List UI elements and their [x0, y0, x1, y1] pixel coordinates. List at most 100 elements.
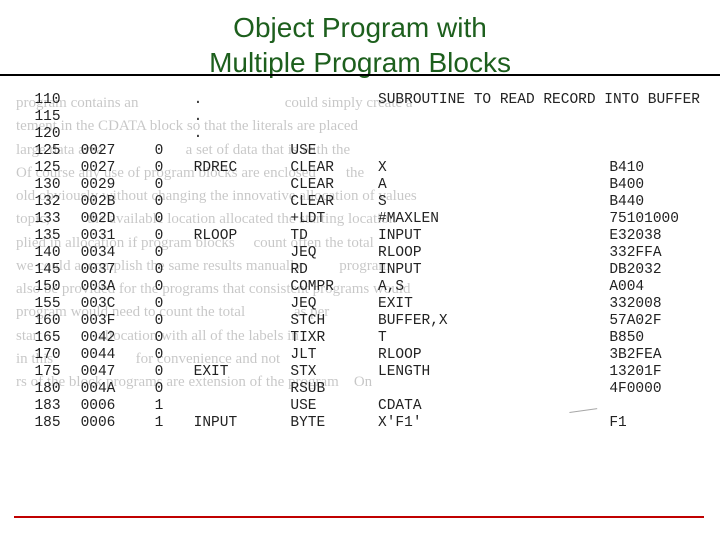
cell-arg [368, 381, 599, 398]
cell-loc: 002D [71, 211, 145, 228]
cell-lbl [184, 194, 281, 211]
table-row: 180004A0RSUB4F0000 [10, 381, 710, 398]
cell-op: COMPR [280, 279, 368, 296]
cell-blk: 0 [145, 143, 184, 160]
assembly-listing-table: 110.SUBROUTINE TO READ RECORD INTO BUFFE… [10, 92, 710, 432]
cell-obj: B850 [599, 330, 710, 347]
cell-arg: BUFFER,X [368, 313, 599, 330]
title-line-1: Object Program with [233, 12, 487, 43]
comment-row: 110.SUBROUTINE TO READ RECORD INTO BUFFE… [10, 92, 710, 109]
cell-ln: 133 [10, 211, 71, 228]
cell-op: USE [280, 398, 368, 415]
cell-loc: 003A [71, 279, 145, 296]
cell-obj: A004 [599, 279, 710, 296]
cell-loc [71, 109, 145, 126]
cell-obj: E32038 [599, 228, 710, 245]
cell-loc: 0044 [71, 347, 145, 364]
cell-blk: 0 [145, 330, 184, 347]
cell-lbl: RLOOP [184, 228, 281, 245]
cell-ln: 145 [10, 262, 71, 279]
cell-loc: 0027 [71, 143, 145, 160]
cell-blk [145, 92, 184, 109]
table-row: 17500470EXITSTXLENGTH13201F [10, 364, 710, 381]
cell-arg: A [368, 177, 599, 194]
cell-blk: 0 [145, 211, 184, 228]
cell-loc [71, 92, 145, 109]
page-title: Object Program with Multiple Program Blo… [0, 0, 720, 80]
cell-lbl [184, 211, 281, 228]
cell-obj: 332FFA [599, 245, 710, 262]
cell-ln: 160 [10, 313, 71, 330]
cell-blk [145, 109, 184, 126]
cell-lbl [184, 398, 281, 415]
cell-arg: INPUT [368, 228, 599, 245]
cell-arg: INPUT [368, 262, 599, 279]
cell-arg: LENGTH [368, 364, 599, 381]
cell-op: STCH [280, 313, 368, 330]
cell-obj: B410 [599, 160, 710, 177]
table-row: 16500420TIXRTB850 [10, 330, 710, 347]
cell-ln: 120 [10, 126, 71, 143]
cell-blk: 0 [145, 296, 184, 313]
cell-lbl [184, 381, 281, 398]
cell-obj: 332008 [599, 296, 710, 313]
cell-arg [368, 109, 599, 126]
cell-lbl: . [184, 126, 281, 143]
cell-arg: T [368, 330, 599, 347]
table-row: 120. [10, 126, 710, 143]
cell-op: CLEAR [280, 160, 368, 177]
cell-lbl: EXIT [184, 364, 281, 381]
cell-blk: 0 [145, 364, 184, 381]
cell-ln: 150 [10, 279, 71, 296]
cell-loc [71, 126, 145, 143]
table-row: 155003C0JEQEXIT332008 [10, 296, 710, 313]
cell-loc: 002B [71, 194, 145, 211]
table-row: 14000340JEQRLOOP332FFA [10, 245, 710, 262]
cell-obj [599, 109, 710, 126]
top-rule [0, 74, 720, 76]
cell-op: USE [280, 143, 368, 160]
cell-blk: 0 [145, 177, 184, 194]
cell-arg [368, 143, 599, 160]
cell-op: CLEAR [280, 177, 368, 194]
cell-ln: 130 [10, 177, 71, 194]
cell-arg [368, 126, 599, 143]
cell-loc: 0042 [71, 330, 145, 347]
cell-op: JEQ [280, 245, 368, 262]
cell-lbl [184, 347, 281, 364]
cell-blk: 0 [145, 160, 184, 177]
cell-blk: 0 [145, 313, 184, 330]
cell-op [280, 92, 368, 109]
cell-op [280, 126, 368, 143]
cell-ln: 115 [10, 109, 71, 126]
cell-blk: 0 [145, 347, 184, 364]
cell-loc: 0037 [71, 262, 145, 279]
cell-op: JLT [280, 347, 368, 364]
cell-ln: 125 [10, 143, 71, 160]
listing-area: program contains an could simply create … [10, 92, 710, 432]
cell-op: TD [280, 228, 368, 245]
cell-blk [145, 126, 184, 143]
cell-lbl: INPUT [184, 415, 281, 432]
cell-loc: 0006 [71, 398, 145, 415]
cell-ln: 185 [10, 415, 71, 432]
cell-loc: 0029 [71, 177, 145, 194]
cell-obj: B440 [599, 194, 710, 211]
cell-loc: 004A [71, 381, 145, 398]
cell-ln: 140 [10, 245, 71, 262]
table-row: 12500270RDRECCLEARXB410 [10, 160, 710, 177]
cell-op: RSUB [280, 381, 368, 398]
cell-op: TIXR [280, 330, 368, 347]
cell-lbl [184, 262, 281, 279]
cell-op [280, 109, 368, 126]
cell-arg: #MAXLEN [368, 211, 599, 228]
cell-loc: 003C [71, 296, 145, 313]
cell-ln: 132 [10, 194, 71, 211]
cell-arg: X [368, 160, 599, 177]
table-row: 18500061INPUTBYTEX'F1'F1 [10, 415, 710, 432]
table-row: 17000440JLTRLOOP3B2FEA [10, 347, 710, 364]
cell-arg: S [368, 194, 599, 211]
cell-ln: 175 [10, 364, 71, 381]
comment-banner: SUBROUTINE TO READ RECORD INTO BUFFER [368, 92, 710, 109]
cell-blk: 1 [145, 415, 184, 432]
